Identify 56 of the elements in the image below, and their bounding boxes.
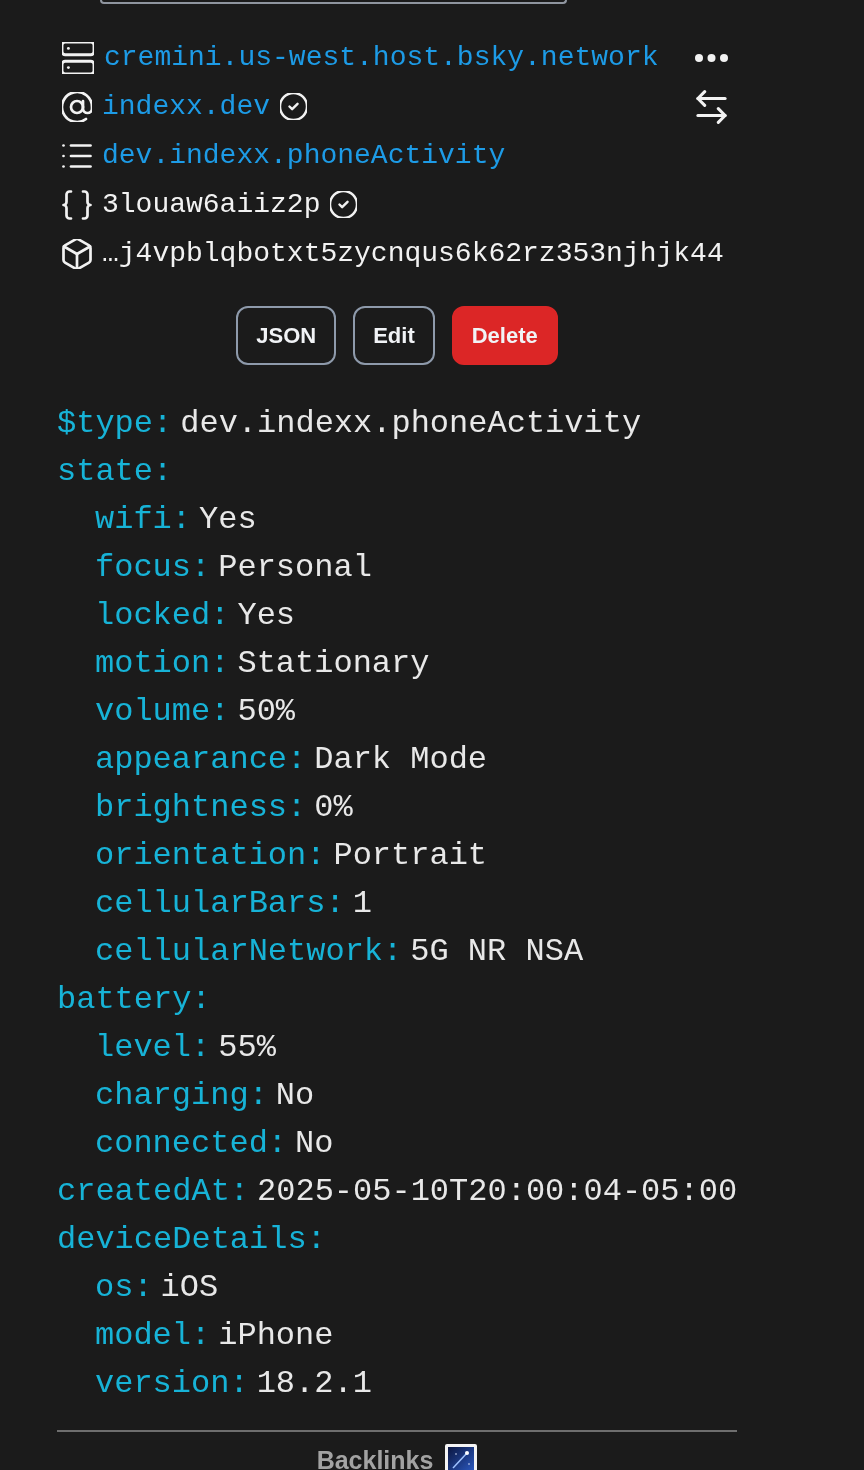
field-value: Dark Mode [314, 740, 488, 778]
field-value: iPhone [218, 1316, 334, 1354]
server-icon [62, 41, 94, 74]
field-key: battery: [57, 980, 211, 1018]
field-key: appearance: [95, 740, 307, 778]
field-key: deviceDetails: [57, 1220, 326, 1258]
cid-text: …j4vpblqbotxt5zycnqus6k62rz353njhjk44 [102, 238, 724, 269]
field-key: state: [57, 452, 173, 490]
field-value: Yes [199, 500, 257, 538]
collection-link[interactable]: dev.indexx.phoneActivity [102, 140, 506, 171]
braces-icon [62, 189, 92, 220]
cube-icon [62, 238, 92, 269]
field-value: 2025-05-10T20:00:04-05:00 [257, 1172, 738, 1210]
field-value: Personal [218, 548, 372, 586]
field-key: brightness: [95, 788, 307, 826]
field-key: wifi: [95, 500, 191, 538]
field-value: Stationary [237, 644, 430, 682]
field-key: createdAt: [57, 1172, 250, 1210]
field-key: motion: [95, 644, 230, 682]
handle-link[interactable]: indexx.dev [102, 91, 271, 122]
field-key: $type: [57, 404, 173, 442]
field-value: 5G NR NSA [410, 932, 584, 970]
field-key: orientation: [95, 836, 326, 874]
field-value: No [295, 1124, 334, 1162]
field-key: connected: [95, 1124, 288, 1162]
night-sky-icon [445, 1444, 478, 1470]
more-icon[interactable] [695, 53, 728, 62]
field-key: charging: [95, 1076, 268, 1114]
field-value: dev.indexx.phoneActivity [180, 404, 642, 442]
backlinks-heading: Backlinks [316, 1447, 434, 1470]
field-key: model: [95, 1316, 211, 1354]
field-value: 50% [237, 692, 296, 730]
field-key: cellularNetwork: [95, 932, 403, 970]
field-key: volume: [95, 692, 230, 730]
field-value: 55% [218, 1028, 276, 1066]
record-key-text: 3louaw6aiiz2p [102, 189, 321, 220]
delete-button[interactable]: Delete [451, 306, 558, 365]
field-value: 0% [314, 788, 353, 826]
input-field[interactable] [100, 0, 567, 4]
host-link[interactable]: cremini.us-west.host.bsky.network [104, 42, 659, 73]
field-key: focus: [95, 548, 211, 586]
field-key: level: [95, 1028, 211, 1066]
field-key: os: [95, 1268, 153, 1306]
field-value: Portrait [333, 836, 488, 874]
field-key: cellularBars: [95, 884, 345, 922]
action-button[interactable]: Edit [353, 306, 435, 365]
field-value: No [275, 1076, 315, 1114]
field-value: 18.2.1 [256, 1364, 372, 1402]
field-value: Yes [237, 596, 296, 634]
field-value: iOS [160, 1268, 219, 1306]
swap-arrows-icon[interactable] [696, 89, 727, 124]
field-key: version: [95, 1364, 249, 1402]
field-key: locked: [95, 596, 230, 634]
action-button[interactable]: JSON [236, 306, 337, 365]
field-value: 1 [352, 884, 372, 922]
at-sign-icon [62, 91, 92, 122]
